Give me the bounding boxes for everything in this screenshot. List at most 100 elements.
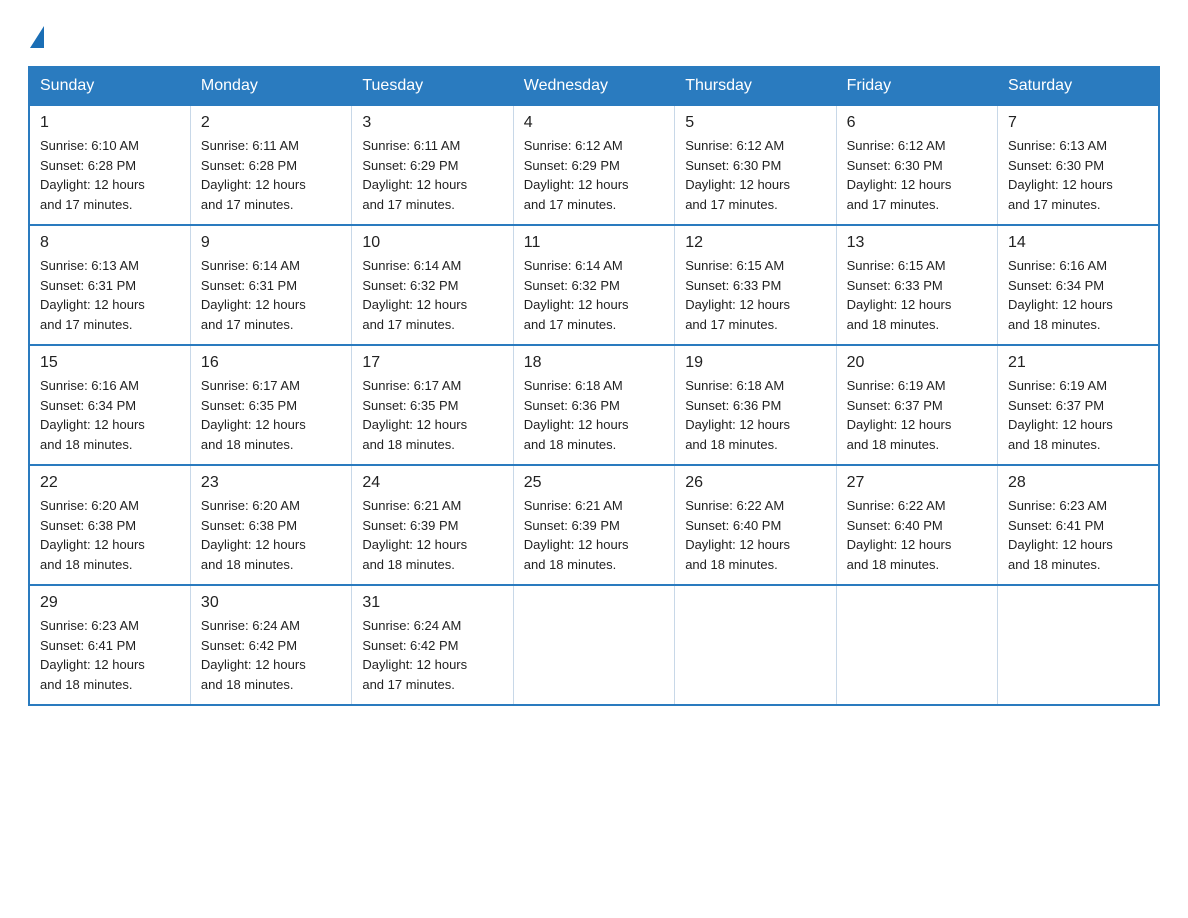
weekday-header-monday: Monday — [190, 67, 351, 105]
calendar-day-cell: 7 Sunrise: 6:13 AMSunset: 6:30 PMDaylight… — [998, 105, 1159, 225]
calendar-day-cell: 21 Sunrise: 6:19 AMSunset: 6:37 PMDayligh… — [998, 345, 1159, 465]
calendar-day-cell: 17 Sunrise: 6:17 AMSunset: 6:35 PMDayligh… — [352, 345, 513, 465]
calendar-day-cell: 23 Sunrise: 6:20 AMSunset: 6:38 PMDayligh… — [190, 465, 351, 585]
calendar-day-cell: 2Sunrise: 6:11 AMSunset: 6:28 PMDaylight… — [190, 105, 351, 225]
day-number: 19 — [685, 354, 825, 372]
day-info: Sunrise: 6:20 AMSunset: 6:38 PMDaylight:… — [40, 496, 180, 574]
day-info: Sunrise: 6:15 AMSunset: 6:33 PMDaylight:… — [685, 256, 825, 334]
calendar-day-cell: 5 Sunrise: 6:12 AMSunset: 6:30 PMDaylight… — [675, 105, 836, 225]
day-info: Sunrise: 6:16 AMSunset: 6:34 PMDaylight:… — [1008, 256, 1148, 334]
day-number: 23 — [201, 474, 341, 492]
calendar-day-cell: 24 Sunrise: 6:21 AMSunset: 6:39 PMDayligh… — [352, 465, 513, 585]
day-number: 26 — [685, 474, 825, 492]
calendar-day-cell — [836, 585, 997, 705]
day-info: Sunrise: 6:21 AMSunset: 6:39 PMDaylight:… — [362, 496, 502, 574]
day-number: 20 — [847, 354, 987, 372]
day-number: 31 — [362, 594, 502, 612]
calendar-day-cell — [513, 585, 674, 705]
day-info: Sunrise: 6:13 AMSunset: 6:30 PMDaylight:… — [1008, 136, 1148, 214]
calendar-day-cell: 8 Sunrise: 6:13 AMSunset: 6:31 PMDaylight… — [29, 225, 190, 345]
day-number: 4 — [524, 114, 664, 132]
calendar-day-cell — [998, 585, 1159, 705]
calendar-week-row: 29 Sunrise: 6:23 AMSunset: 6:41 PMDayligh… — [29, 585, 1159, 705]
day-info: Sunrise: 6:22 AMSunset: 6:40 PMDaylight:… — [685, 496, 825, 574]
page-header — [28, 24, 1160, 48]
day-number: 30 — [201, 594, 341, 612]
day-number: 10 — [362, 234, 502, 252]
day-info: Sunrise: 6:14 AMSunset: 6:32 PMDaylight:… — [362, 256, 502, 334]
day-number: 27 — [847, 474, 987, 492]
calendar-day-cell: 4 Sunrise: 6:12 AMSunset: 6:29 PMDaylight… — [513, 105, 674, 225]
day-number: 6 — [847, 114, 987, 132]
calendar-day-cell: 3 Sunrise: 6:11 AMSunset: 6:29 PMDaylight… — [352, 105, 513, 225]
day-number: 17 — [362, 354, 502, 372]
day-info: Sunrise: 6:17 AMSunset: 6:35 PMDaylight:… — [201, 376, 341, 454]
day-info: Sunrise: 6:16 AMSunset: 6:34 PMDaylight:… — [40, 376, 180, 454]
day-info: Sunrise: 6:20 AMSunset: 6:38 PMDaylight:… — [201, 496, 341, 574]
day-number: 21 — [1008, 354, 1148, 372]
day-info: Sunrise: 6:17 AMSunset: 6:35 PMDaylight:… — [362, 376, 502, 454]
calendar-day-cell: 18 Sunrise: 6:18 AMSunset: 6:36 PMDayligh… — [513, 345, 674, 465]
weekday-header-saturday: Saturday — [998, 67, 1159, 105]
calendar-day-cell: 15 Sunrise: 6:16 AMSunset: 6:34 PMDayligh… — [29, 345, 190, 465]
weekday-header-wednesday: Wednesday — [513, 67, 674, 105]
day-info: Sunrise: 6:24 AMSunset: 6:42 PMDaylight:… — [201, 616, 341, 694]
day-info: Sunrise: 6:13 AMSunset: 6:31 PMDaylight:… — [40, 256, 180, 334]
calendar-day-cell — [675, 585, 836, 705]
calendar-day-cell: 29 Sunrise: 6:23 AMSunset: 6:41 PMDayligh… — [29, 585, 190, 705]
day-number: 3 — [362, 114, 502, 132]
day-info: Sunrise: 6:12 AMSunset: 6:30 PMDaylight:… — [685, 136, 825, 214]
day-number: 11 — [524, 234, 664, 252]
weekday-header-sunday: Sunday — [29, 67, 190, 105]
calendar-day-cell: 19Sunrise: 6:18 AMSunset: 6:36 PMDayligh… — [675, 345, 836, 465]
day-number: 25 — [524, 474, 664, 492]
day-number: 24 — [362, 474, 502, 492]
weekday-header-row: SundayMondayTuesdayWednesdayThursdayFrid… — [29, 67, 1159, 105]
calendar-day-cell: 6 Sunrise: 6:12 AMSunset: 6:30 PMDaylight… — [836, 105, 997, 225]
day-info: Sunrise: 6:10 AMSunset: 6:28 PMDaylight:… — [40, 136, 180, 214]
weekday-header-friday: Friday — [836, 67, 997, 105]
calendar-week-row: 1 Sunrise: 6:10 AMSunset: 6:28 PMDaylight… — [29, 105, 1159, 225]
day-info: Sunrise: 6:23 AMSunset: 6:41 PMDaylight:… — [1008, 496, 1148, 574]
calendar-day-cell: 26 Sunrise: 6:22 AMSunset: 6:40 PMDayligh… — [675, 465, 836, 585]
calendar-day-cell: 12 Sunrise: 6:15 AMSunset: 6:33 PMDayligh… — [675, 225, 836, 345]
day-number: 8 — [40, 234, 180, 252]
calendar-day-cell: 11Sunrise: 6:14 AMSunset: 6:32 PMDayligh… — [513, 225, 674, 345]
calendar-day-cell: 30 Sunrise: 6:24 AMSunset: 6:42 PMDayligh… — [190, 585, 351, 705]
logo-triangle-icon — [30, 26, 44, 48]
day-number: 29 — [40, 594, 180, 612]
calendar-day-cell: 16Sunrise: 6:17 AMSunset: 6:35 PMDayligh… — [190, 345, 351, 465]
day-info: Sunrise: 6:23 AMSunset: 6:41 PMDaylight:… — [40, 616, 180, 694]
day-number: 13 — [847, 234, 987, 252]
calendar-day-cell: 22 Sunrise: 6:20 AMSunset: 6:38 PMDayligh… — [29, 465, 190, 585]
calendar-week-row: 8 Sunrise: 6:13 AMSunset: 6:31 PMDaylight… — [29, 225, 1159, 345]
calendar-day-cell: 9Sunrise: 6:14 AMSunset: 6:31 PMDaylight… — [190, 225, 351, 345]
calendar-day-cell: 20 Sunrise: 6:19 AMSunset: 6:37 PMDayligh… — [836, 345, 997, 465]
day-info: Sunrise: 6:21 AMSunset: 6:39 PMDaylight:… — [524, 496, 664, 574]
day-info: Sunrise: 6:19 AMSunset: 6:37 PMDaylight:… — [847, 376, 987, 454]
day-info: Sunrise: 6:24 AMSunset: 6:42 PMDaylight:… — [362, 616, 502, 694]
day-number: 14 — [1008, 234, 1148, 252]
calendar-table: SundayMondayTuesdayWednesdayThursdayFrid… — [28, 66, 1160, 706]
day-number: 7 — [1008, 114, 1148, 132]
day-info: Sunrise: 6:22 AMSunset: 6:40 PMDaylight:… — [847, 496, 987, 574]
day-number: 1 — [40, 114, 180, 132]
weekday-header-tuesday: Tuesday — [352, 67, 513, 105]
day-info: Sunrise: 6:11 AMSunset: 6:29 PMDaylight:… — [362, 136, 502, 214]
day-number: 18 — [524, 354, 664, 372]
day-info: Sunrise: 6:12 AMSunset: 6:30 PMDaylight:… — [847, 136, 987, 214]
day-info: Sunrise: 6:12 AMSunset: 6:29 PMDaylight:… — [524, 136, 664, 214]
logo — [28, 24, 44, 48]
day-number: 5 — [685, 114, 825, 132]
calendar-day-cell: 25 Sunrise: 6:21 AMSunset: 6:39 PMDayligh… — [513, 465, 674, 585]
day-number: 22 — [40, 474, 180, 492]
day-number: 15 — [40, 354, 180, 372]
calendar-day-cell: 31 Sunrise: 6:24 AMSunset: 6:42 PMDayligh… — [352, 585, 513, 705]
calendar-day-cell: 14 Sunrise: 6:16 AMSunset: 6:34 PMDayligh… — [998, 225, 1159, 345]
day-number: 12 — [685, 234, 825, 252]
day-info: Sunrise: 6:18 AMSunset: 6:36 PMDaylight:… — [524, 376, 664, 454]
weekday-header-thursday: Thursday — [675, 67, 836, 105]
day-number: 9 — [201, 234, 341, 252]
calendar-week-row: 22 Sunrise: 6:20 AMSunset: 6:38 PMDayligh… — [29, 465, 1159, 585]
day-info: Sunrise: 6:19 AMSunset: 6:37 PMDaylight:… — [1008, 376, 1148, 454]
